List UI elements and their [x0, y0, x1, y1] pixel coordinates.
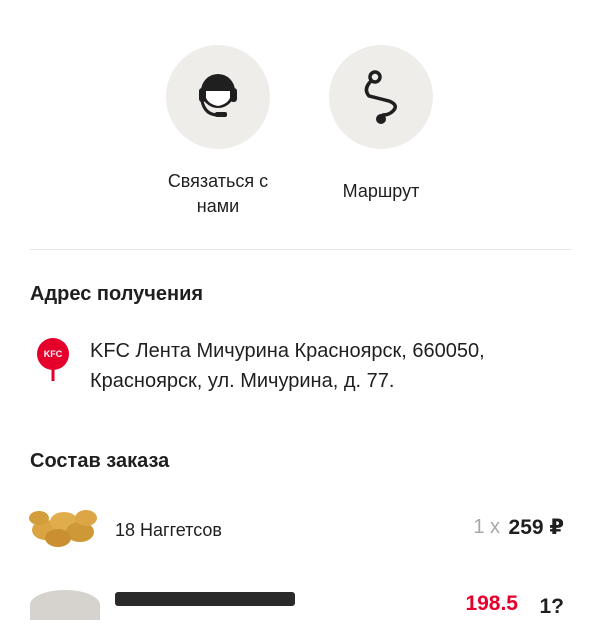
headset-icon	[199, 74, 237, 117]
kfc-pin-text: KFC	[44, 349, 63, 359]
product-image	[30, 590, 100, 620]
nuggets-image	[29, 510, 97, 547]
order-item: 198.5 1?	[0, 580, 600, 640]
order-item-old-price: 198.5	[465, 592, 518, 615]
quick-actions: Связаться с нами Маршрут	[0, 0, 600, 230]
pickup-address: KFC Лента Мичурина Красноярск, 660050, К…	[90, 340, 485, 392]
order-item-name-cut	[115, 592, 295, 606]
route-button[interactable]: Маршрут	[311, 45, 451, 204]
route-circle[interactable]	[329, 45, 433, 149]
order-item-qty: 1 x	[473, 516, 500, 538]
contact-circle[interactable]	[166, 45, 270, 149]
divider	[30, 249, 572, 250]
order-item-price: 1?	[539, 595, 564, 618]
contact-us-button[interactable]: Связаться с нами	[148, 45, 288, 219]
contact-label[interactable]: Связаться с нами	[148, 169, 288, 219]
address-section-title: Адрес получения	[30, 283, 204, 305]
order-item-name: 18 Наггетсов	[115, 520, 222, 540]
order-item: 18 Наггетсов 1 x 259 ₽	[0, 500, 600, 560]
kfc-pin-icon: KFC	[37, 338, 69, 381]
route-label[interactable]: Маршрут	[311, 179, 451, 204]
route-icon	[364, 70, 397, 124]
order-item-price: 259 ₽	[508, 516, 564, 539]
order-section-title: Состав заказа	[30, 450, 170, 472]
